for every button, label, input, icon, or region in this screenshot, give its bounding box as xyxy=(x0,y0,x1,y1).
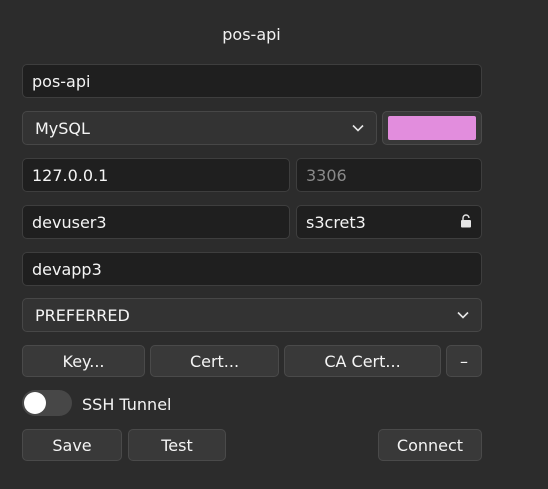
ssl-mode-select[interactable]: PREFERRED xyxy=(22,298,482,332)
ssl-ca-cert-label: CA Cert... xyxy=(324,351,401,371)
ssl-key-button[interactable]: Key... xyxy=(22,345,145,377)
connection-dialog: pos-api pos-api MySQL 127.0.0.1 3306 dev… xyxy=(0,0,548,489)
host-value: 127.0.0.1 xyxy=(32,165,109,185)
chevron-down-icon xyxy=(352,124,364,132)
ssl-clear-label: – xyxy=(460,351,468,371)
password-input[interactable]: s3cret3 xyxy=(296,205,482,239)
test-button[interactable]: Test xyxy=(128,429,226,461)
connect-button[interactable]: Connect xyxy=(378,429,482,461)
test-label: Test xyxy=(161,435,193,455)
color-swatch xyxy=(388,116,476,140)
host-input[interactable]: 127.0.0.1 xyxy=(22,158,290,192)
save-button[interactable]: Save xyxy=(22,429,122,461)
user-value: devuser3 xyxy=(32,212,107,232)
driver-select-value: MySQL xyxy=(35,118,90,138)
ssl-mode-value: PREFERRED xyxy=(35,305,130,325)
ssh-tunnel-label: SSH Tunnel xyxy=(82,394,172,414)
dialog-title: pos-api xyxy=(222,24,281,44)
toggle-knob xyxy=(24,392,46,414)
color-picker-button[interactable] xyxy=(382,111,482,145)
connection-name-value: pos-api xyxy=(32,71,91,91)
ssl-cert-label: Cert... xyxy=(189,351,240,371)
save-label: Save xyxy=(52,435,92,455)
driver-select[interactable]: MySQL xyxy=(22,111,377,145)
user-input[interactable]: devuser3 xyxy=(22,205,290,239)
chevron-down-icon xyxy=(457,311,469,319)
port-placeholder: 3306 xyxy=(306,165,347,185)
connection-name-input[interactable]: pos-api xyxy=(22,64,482,98)
password-value: s3cret3 xyxy=(306,212,366,232)
lock-icon[interactable] xyxy=(460,214,472,228)
ssl-key-label: Key... xyxy=(62,351,105,371)
port-input[interactable]: 3306 xyxy=(296,158,482,192)
database-input[interactable]: devapp3 xyxy=(22,252,482,286)
ssl-ca-cert-button[interactable]: CA Cert... xyxy=(284,345,441,377)
database-value: devapp3 xyxy=(32,259,102,279)
connect-label: Connect xyxy=(396,435,464,455)
ssl-cert-button[interactable]: Cert... xyxy=(150,345,279,377)
ssh-tunnel-toggle[interactable] xyxy=(22,390,72,416)
ssl-clear-button[interactable]: – xyxy=(446,345,482,377)
